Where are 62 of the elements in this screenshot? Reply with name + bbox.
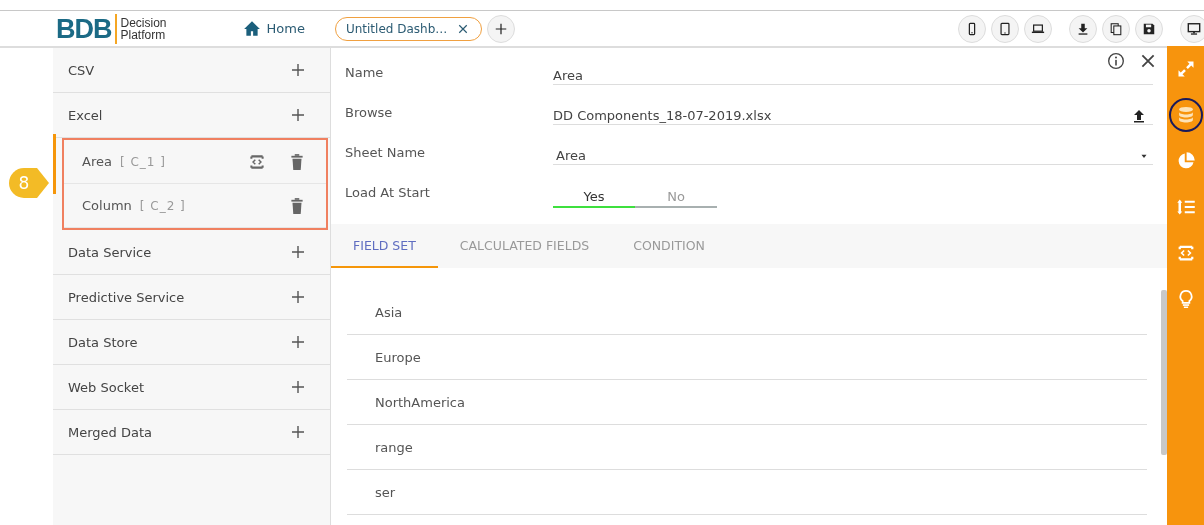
sidebar-item[interactable]: CSV bbox=[53, 48, 330, 93]
source-tag: [ C_1 ] bbox=[119, 154, 166, 169]
home-icon bbox=[242, 19, 261, 38]
upload-icon[interactable] bbox=[1131, 107, 1147, 124]
laptop-button[interactable] bbox=[1024, 14, 1052, 43]
field-item[interactable]: Asia bbox=[347, 290, 1147, 335]
copy-icon bbox=[1109, 21, 1123, 36]
download-button[interactable] bbox=[1069, 14, 1097, 43]
plus-icon bbox=[290, 107, 306, 123]
field-label: Browse bbox=[345, 104, 394, 120]
phone-button[interactable] bbox=[958, 14, 986, 43]
source-name: Column bbox=[82, 198, 132, 213]
input-field[interactable]: DD Components_18-07-2019.xlsx bbox=[553, 99, 1153, 125]
field-item[interactable]: NorthAmerica bbox=[347, 380, 1147, 425]
step-badge: 8 bbox=[9, 168, 49, 198]
line-spacing-icon bbox=[1175, 197, 1196, 217]
dropdown[interactable]: Area bbox=[553, 139, 1153, 165]
tablet-icon bbox=[998, 21, 1012, 36]
sidebar-item[interactable]: Data Service bbox=[53, 230, 330, 275]
scrollbar[interactable] bbox=[1161, 290, 1167, 455]
monitor-button[interactable] bbox=[1180, 14, 1204, 43]
save-icon bbox=[1142, 21, 1156, 36]
download-icon bbox=[1076, 21, 1090, 36]
sidebar-item[interactable]: Predictive Service bbox=[53, 275, 330, 320]
source-tag: [ C_2 ] bbox=[139, 198, 186, 213]
field-label: Name bbox=[345, 64, 385, 80]
sidebar-item[interactable]: Web Socket bbox=[53, 365, 330, 410]
sidebar-item[interactable]: Merged Data bbox=[53, 410, 330, 455]
plus-icon bbox=[290, 62, 306, 78]
sidebar-item[interactable]: Data Store bbox=[53, 320, 330, 365]
field-item[interactable]: range bbox=[347, 425, 1147, 470]
close-icon[interactable] bbox=[1139, 52, 1157, 70]
home-link[interactable]: Home bbox=[242, 19, 305, 38]
tablet-button[interactable] bbox=[991, 14, 1019, 43]
monitor-icon bbox=[1187, 21, 1201, 36]
trash-icon[interactable] bbox=[288, 152, 306, 171]
field-item[interactable]: ser bbox=[347, 470, 1147, 515]
source-name: Area bbox=[82, 154, 112, 169]
input-field[interactable]: Area bbox=[553, 59, 1153, 85]
logo-mark: BDB bbox=[56, 13, 117, 44]
logo-text: Platform bbox=[120, 28, 167, 41]
copy-button[interactable] bbox=[1102, 14, 1130, 43]
plus-icon bbox=[290, 424, 306, 440]
plus-icon bbox=[290, 334, 306, 350]
plus-icon bbox=[494, 21, 509, 36]
logo-text: Decision bbox=[120, 16, 167, 29]
field-label: Load At Start bbox=[345, 184, 431, 200]
close-icon bbox=[457, 22, 470, 35]
save-button[interactable] bbox=[1135, 14, 1163, 43]
add-tab-button[interactable] bbox=[487, 14, 516, 43]
sidebar-item[interactable]: Excel bbox=[53, 93, 330, 138]
database-button[interactable] bbox=[1168, 98, 1203, 132]
field-item[interactable]: Europe bbox=[347, 335, 1147, 380]
info-icon[interactable] bbox=[1107, 52, 1125, 70]
trash-icon[interactable] bbox=[288, 196, 306, 215]
laptop-icon bbox=[1031, 21, 1045, 36]
toggle-option[interactable]: Yes bbox=[553, 186, 635, 208]
plus-icon bbox=[290, 379, 306, 395]
plus-icon bbox=[290, 244, 306, 260]
plus-icon bbox=[290, 289, 306, 305]
code-icon[interactable] bbox=[248, 152, 266, 171]
field-label: Sheet Name bbox=[345, 144, 427, 160]
